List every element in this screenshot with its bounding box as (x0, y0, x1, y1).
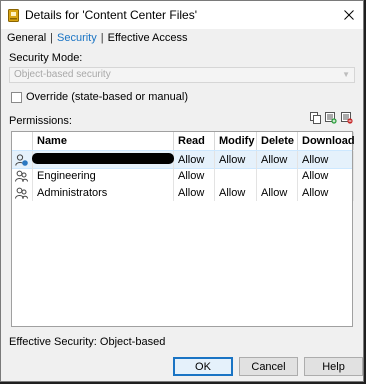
tab-strip: General | Security | Effective Access (7, 31, 188, 45)
details-dialog: Details for 'Content Center Files' Gener… (0, 0, 364, 382)
remove-permission-button[interactable] (341, 112, 353, 124)
column-header-name[interactable]: Name (33, 132, 174, 150)
security-mode-value: Object-based security (14, 69, 111, 80)
row-download: Allow (298, 184, 354, 201)
dropdown-arrow-icon: ▼ (342, 70, 350, 79)
row-modify: Allow (215, 151, 257, 168)
permissions-label: Permissions: (9, 115, 72, 127)
user-icon (12, 151, 33, 168)
close-icon (344, 10, 354, 20)
window-title: Details for 'Content Center Files' (25, 8, 197, 22)
group-icon (12, 184, 33, 201)
security-mode-label: Security Mode: (9, 52, 83, 64)
column-header-read[interactable]: Read (174, 132, 215, 150)
row-delete: Allow (257, 151, 298, 168)
override-label: Override (state-based or manual) (26, 91, 189, 103)
title-bar: Details for 'Content Center Files' (1, 1, 363, 29)
redacted-name (32, 153, 174, 164)
row-modify (215, 167, 257, 184)
copy-button[interactable] (309, 112, 321, 124)
override-checkbox[interactable] (11, 92, 22, 103)
close-button[interactable] (335, 1, 363, 29)
column-header-delete[interactable]: Delete (257, 132, 298, 150)
column-header-download[interactable]: Download (298, 132, 355, 150)
column-header-modify[interactable]: Modify (215, 132, 257, 150)
cancel-button[interactable]: Cancel (239, 357, 298, 376)
tab-separator: | (50, 32, 53, 44)
copy-icon (309, 112, 321, 124)
column-header-icon (12, 132, 33, 150)
permissions-toolbar (309, 112, 353, 124)
table-header: Name Read Modify Delete Download (12, 132, 355, 151)
row-name: Administrators (33, 184, 174, 201)
ok-button[interactable]: OK (173, 357, 233, 376)
effective-security-text: Effective Security: Object-based (9, 336, 166, 348)
vault-icon (7, 8, 19, 22)
help-button[interactable]: Help (304, 357, 363, 376)
tab-general[interactable]: General (7, 32, 46, 44)
tab-effective-access[interactable]: Effective Access (108, 32, 188, 44)
row-download: Allow (298, 167, 354, 184)
tab-security[interactable]: Security (57, 32, 97, 44)
add-list-icon (325, 112, 337, 124)
tab-separator: | (100, 32, 104, 44)
permissions-table: Name Read Modify Delete Download Allow A… (11, 131, 355, 327)
row-modify: Allow (215, 184, 257, 201)
row-read: Allow (174, 167, 215, 184)
row-download: Allow (298, 151, 354, 168)
group-icon (12, 167, 33, 184)
table-row[interactable]: Engineering Allow Allow (12, 167, 354, 184)
security-mode-select[interactable]: Object-based security ▼ (9, 67, 355, 83)
row-read: Allow (174, 184, 215, 201)
table-row[interactable]: Administrators Allow Allow Allow Allow (12, 184, 354, 201)
remove-list-icon (341, 112, 353, 124)
row-read: Allow (174, 151, 215, 168)
add-permission-button[interactable] (325, 112, 337, 124)
row-name: Engineering (33, 167, 174, 184)
row-delete: Allow (257, 184, 298, 201)
row-delete (257, 167, 298, 184)
